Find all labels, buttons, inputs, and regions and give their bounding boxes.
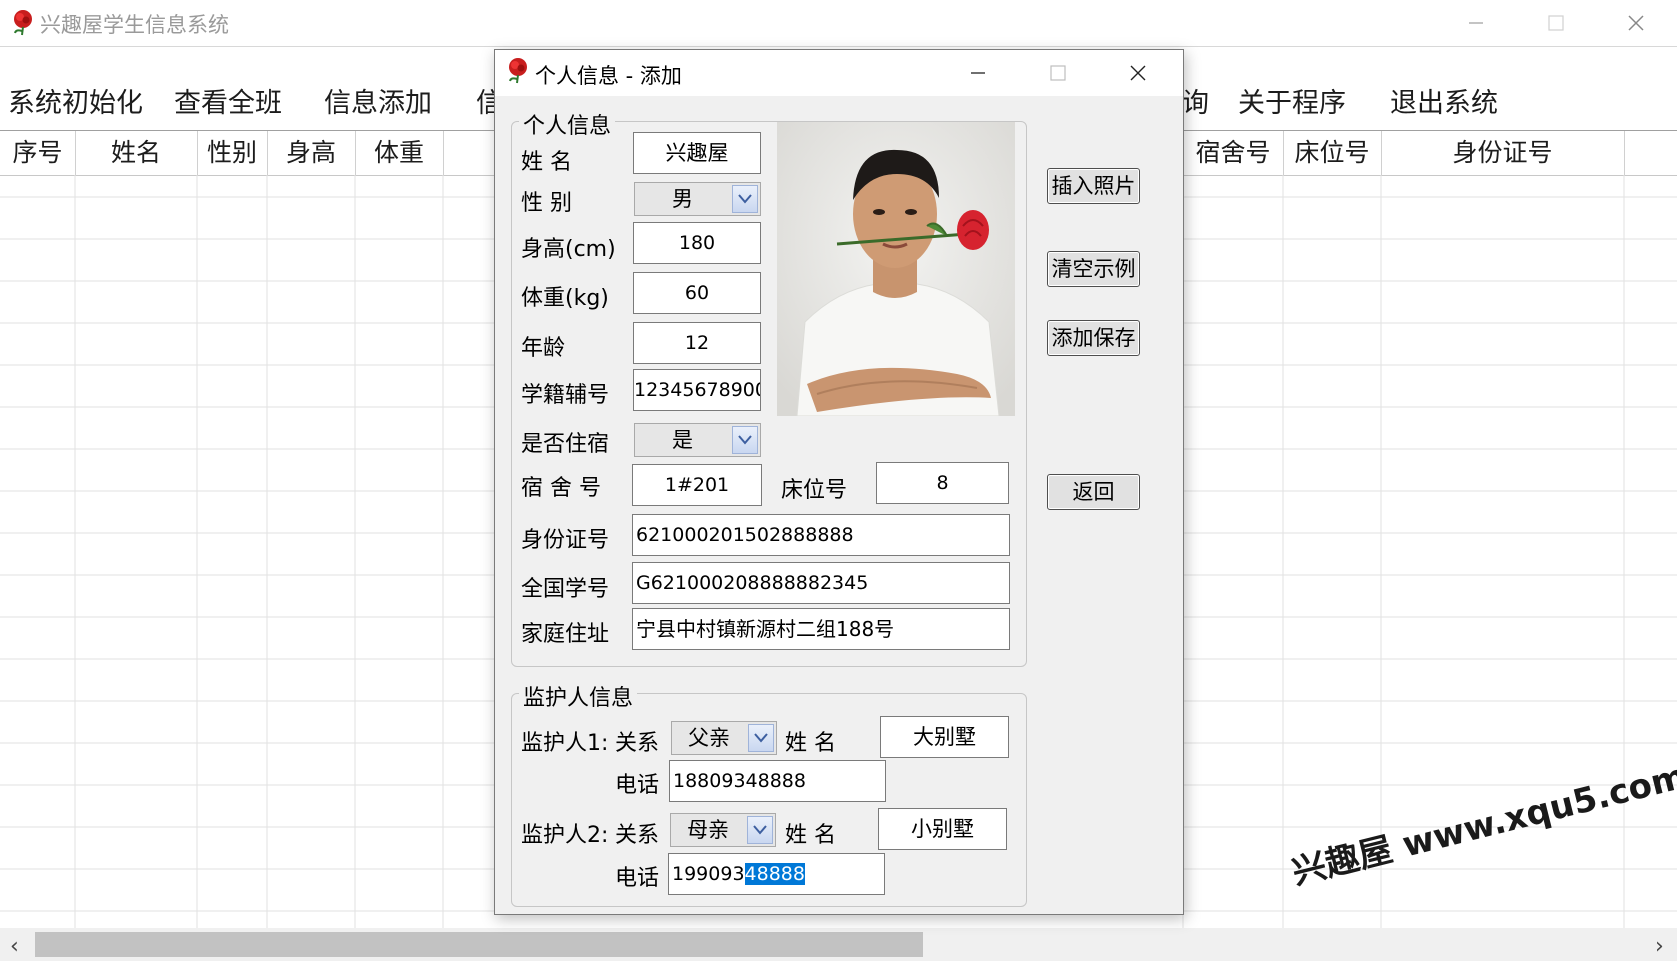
guardian2-name-label: 姓 名 [785, 823, 836, 848]
horizontal-scrollbar[interactable]: ‹ › [0, 928, 1677, 961]
menu-system-init[interactable]: 系统初始化 [8, 81, 143, 120]
menu-info-add[interactable]: 信息添加 [324, 81, 432, 120]
rose-icon [509, 58, 527, 84]
maximize-icon [1548, 15, 1564, 31]
col-header-weight[interactable]: 体重 [355, 131, 444, 175]
guardian2-relation-value: 母亲 [687, 818, 729, 842]
rose-icon [14, 10, 32, 36]
col-header-dorm[interactable]: 宿舍号 [1183, 131, 1284, 175]
personal-info-legend: 个人信息 [519, 108, 616, 140]
dialog-title: 个人信息 - 添加 [535, 64, 682, 88]
gender-value: 男 [672, 187, 693, 211]
guardian1-phone-field[interactable]: 18809348888 [669, 760, 886, 802]
height-field[interactable]: 180 [633, 222, 761, 264]
address-label: 家庭住址 [521, 622, 610, 647]
boarding-value: 是 [672, 428, 693, 452]
age-label: 年龄 [521, 336, 566, 361]
roll-number-label: 学籍辅号 [521, 383, 610, 408]
scrollbar-thumb[interactable] [35, 932, 923, 957]
guardian1-name-field[interactable]: 大别墅 [880, 716, 1009, 758]
guardian2-relation-select[interactable]: 母亲 [670, 813, 776, 847]
dialog-close-button[interactable] [1099, 50, 1179, 96]
name-field[interactable]: 兴趣屋 [633, 132, 761, 174]
guardian1-phone-label: 电话 [615, 773, 660, 798]
col-header-gender[interactable]: 性别 [197, 131, 268, 175]
student-photo [777, 122, 1015, 416]
scroll-left-icon[interactable]: ‹ [10, 934, 19, 959]
chevron-down-icon[interactable] [748, 724, 774, 752]
col-header-name[interactable]: 姓名 [75, 131, 198, 175]
bed-field[interactable]: 8 [876, 462, 1009, 504]
chevron-down-icon[interactable] [732, 185, 758, 213]
portrait-image [777, 122, 1015, 416]
boarding-select[interactable]: 是 [634, 423, 761, 457]
guardian2-phone-label: 电话 [615, 866, 660, 891]
height-label: 身高(cm) [521, 237, 616, 262]
back-button[interactable]: 返回 [1047, 474, 1140, 510]
guardian2-name-field[interactable]: 小别墅 [878, 808, 1007, 850]
gender-select[interactable]: 男 [634, 182, 761, 216]
national-id-field[interactable]: G621000208888882345 [632, 562, 1010, 604]
col-header-height[interactable]: 身高 [267, 131, 356, 175]
guardian2-relation-label: 关系 [615, 823, 660, 848]
id-label: 身份证号 [521, 528, 610, 553]
chevron-down-icon[interactable] [732, 426, 758, 454]
menu-query[interactable]: 询 [1182, 81, 1209, 120]
col-header-bed[interactable]: 床位号 [1283, 131, 1382, 175]
col-header-id[interactable]: 身份证号 [1381, 131, 1625, 175]
gender-label: 性 别 [521, 191, 572, 216]
roll-number-field[interactable]: 12345678900 [633, 369, 761, 411]
dialog-maximize-button[interactable] [1019, 50, 1099, 96]
bed-label: 床位号 [781, 478, 848, 503]
add-save-button[interactable]: 添加保存 [1047, 320, 1140, 356]
dorm-label: 宿 舍 号 [521, 476, 601, 501]
weight-label: 体重(kg) [521, 286, 609, 311]
dorm-field[interactable]: 1#201 [632, 464, 762, 506]
main-titlebar: 兴趣屋学生信息系统 [0, 0, 1677, 47]
minimize-icon [1469, 22, 1483, 24]
national-id-label: 全国学号 [521, 577, 610, 602]
id-field[interactable]: 621000201502888888 [632, 514, 1010, 556]
guardian2-phone-selection: 48888 [744, 863, 805, 885]
guardian-info-legend: 监护人信息 [519, 680, 638, 712]
main-maximize-button[interactable] [1517, 0, 1597, 46]
menu-exit[interactable]: 退出系统 [1390, 81, 1498, 120]
guardian1-relation-label: 关系 [615, 731, 660, 756]
main-close-button[interactable] [1597, 0, 1677, 46]
chevron-down-icon[interactable] [747, 816, 773, 844]
guardian1-label: 监护人1: [521, 731, 609, 756]
boarding-label: 是否住宿 [521, 432, 610, 457]
col-header-index[interactable]: 序号 [0, 131, 76, 175]
guardian1-relation-select[interactable]: 父亲 [671, 721, 777, 755]
weight-field[interactable]: 60 [633, 272, 761, 314]
maximize-icon [1050, 65, 1066, 81]
guardian2-label: 监护人2: [521, 823, 609, 848]
scroll-right-icon[interactable]: › [1655, 934, 1664, 959]
age-field[interactable]: 12 [633, 322, 761, 364]
close-icon [1130, 65, 1146, 81]
dialog-minimize-button[interactable] [939, 50, 1019, 96]
guardian1-name-label: 姓 名 [785, 731, 836, 756]
dialog-titlebar[interactable]: 个人信息 - 添加 [495, 50, 1183, 96]
minimize-icon [971, 72, 985, 74]
main-minimize-button[interactable] [1437, 0, 1517, 46]
menu-view-class[interactable]: 查看全班 [174, 81, 282, 120]
personal-info-dialog: 个人信息 - 添加 个人信息 姓 名 兴趣屋 性 别 男 身高(cm) 180 … [494, 49, 1184, 915]
guardian1-relation-value: 父亲 [688, 726, 730, 750]
menu-about[interactable]: 关于程序 [1238, 81, 1346, 120]
guardian2-phone-field[interactable]: 19909348888 [668, 853, 885, 895]
insert-photo-button[interactable]: 插入照片 [1047, 168, 1140, 204]
address-field[interactable]: 宁县中村镇新源村二组188号 [632, 608, 1010, 650]
guardian2-phone-text: 199093 [672, 863, 745, 885]
close-icon [1628, 15, 1644, 31]
main-window-title: 兴趣屋学生信息系统 [40, 13, 229, 37]
clear-sample-button[interactable]: 清空示例 [1047, 251, 1140, 287]
name-label: 姓 名 [521, 150, 572, 175]
